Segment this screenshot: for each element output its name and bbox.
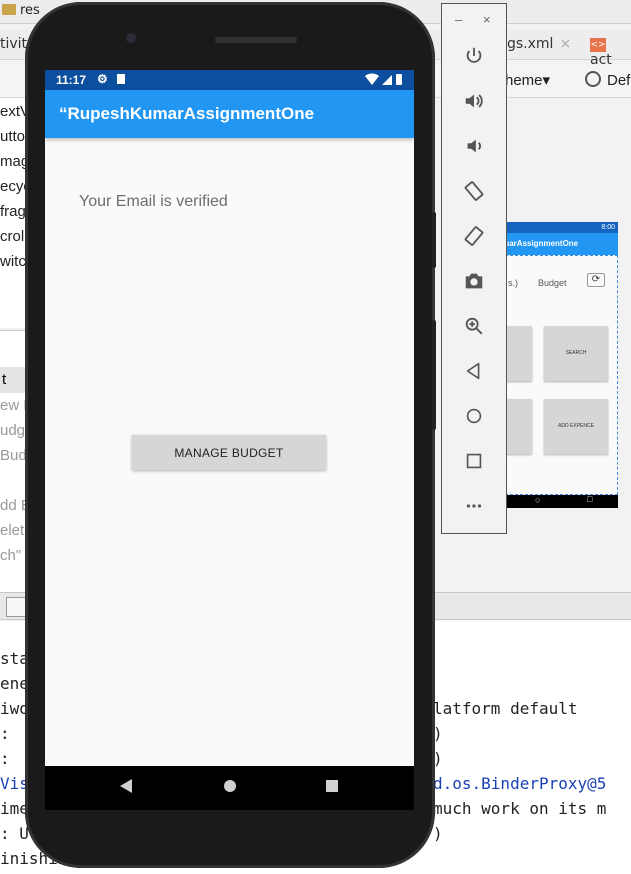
preview-add-expence-tile: ADD EXPENCE (544, 399, 608, 454)
console-line: much work on its m (433, 799, 607, 818)
console-line: ) (433, 824, 443, 843)
power-icon (466, 47, 482, 63)
email-verified-text: Your Email is verified (79, 193, 228, 210)
screenshot-button[interactable] (442, 259, 506, 303)
more-options-button[interactable] (442, 484, 506, 528)
rotate-right-icon (464, 226, 484, 246)
preview-app-bar: ıarAssignmentOne (505, 233, 618, 255)
tree-header: t (0, 367, 28, 393)
preview-search-tile: SEARCH (544, 326, 608, 381)
power-key[interactable] (432, 212, 436, 268)
palette-item[interactable]: witc (0, 253, 26, 270)
volume-key[interactable] (432, 320, 436, 430)
design-preview[interactable]: 8:00 ıarAssignmentOne s.) Budget ⟳ NCES … (468, 222, 618, 508)
zoom-button[interactable] (442, 304, 506, 348)
power-button[interactable] (442, 34, 506, 78)
volume-down-button[interactable] (442, 124, 506, 168)
rotate-right-button[interactable] (442, 214, 506, 258)
console-line: : U (0, 824, 29, 843)
tree-item[interactable]: Bud (0, 447, 27, 464)
res-folder-tab[interactable]: res (2, 3, 40, 18)
component-tree: t ew B udg Bud dd Ex elete ch" (0, 330, 38, 595)
file-tab-strings[interactable]: gs.xml × (507, 36, 571, 52)
back-button[interactable] (442, 349, 506, 393)
home-circle-icon (224, 780, 236, 792)
palette-item[interactable]: crol (0, 228, 24, 245)
volume-down-icon (467, 139, 481, 153)
console-line: : (0, 724, 10, 743)
dropdown-arrow-icon: ▾ (542, 72, 551, 89)
app-title: “RupeshKumarAssignmentOne (59, 104, 315, 123)
system-nav-bar (45, 766, 414, 810)
folder-icon (2, 4, 16, 15)
camera-icon (465, 273, 483, 289)
close-button[interactable]: × (483, 12, 491, 27)
palette-item[interactable]: utto (0, 128, 25, 145)
nav-recents-button[interactable] (325, 778, 339, 799)
console-tab-button[interactable] (6, 597, 26, 617)
app-bar: “RupeshKumarAssignmentOne (45, 90, 414, 138)
front-camera (126, 33, 136, 43)
status-notification-icons: ⚙ (97, 72, 126, 86)
earpiece-speaker (215, 37, 297, 43)
status-bar: 11:17 ⚙ (45, 70, 414, 90)
preview-label: s.) (508, 278, 518, 288)
preview-status-bar: 8:00 (505, 222, 618, 233)
rotate-left-icon (464, 181, 484, 201)
console-line: d.os.BinderProxy@5 (433, 774, 607, 793)
component-palette: extV utto mag ecyc frag crol witc (0, 98, 31, 328)
minimize-button[interactable]: – (455, 12, 462, 27)
back-triangle-icon (120, 779, 132, 793)
overview-icon: □ (587, 494, 593, 504)
status-time: 11:17 (56, 73, 87, 87)
recents-square-icon (326, 780, 338, 792)
more-horizontal-icon (466, 504, 482, 508)
volume-up-icon (465, 94, 483, 108)
overview-button[interactable] (442, 439, 506, 483)
emulator-toolbar: – × (441, 3, 507, 534)
back-icon (466, 362, 480, 380)
palette-item[interactable]: frag (0, 203, 26, 220)
home-button[interactable] (442, 394, 506, 438)
xml-file-icon: <> (590, 38, 606, 52)
console-line: : (0, 749, 10, 768)
preview-budget-label: Budget (538, 278, 567, 288)
status-system-icons (364, 73, 404, 89)
zoom-in-icon (465, 317, 483, 335)
signal-battery-icon (365, 73, 402, 85)
rotate-left-button[interactable] (442, 169, 506, 213)
refresh-icon: ⟳ (587, 273, 605, 287)
nav-back-button[interactable] (119, 778, 133, 799)
console-line: latform default (433, 699, 578, 718)
settings-gear-icon: ⚙ (97, 72, 108, 86)
phone-screen: 11:17 ⚙ “RupeshKumarAssignmentOne Your E… (45, 70, 414, 806)
preview-nav-bar: ○ □ (505, 494, 618, 508)
home-icon: ○ (535, 495, 541, 505)
locale-dropdown[interactable]: Def (585, 71, 630, 89)
home-icon (466, 408, 482, 424)
close-icon[interactable]: × (559, 36, 571, 52)
tree-item[interactable]: ch" (0, 547, 21, 564)
globe-icon (585, 71, 601, 87)
overview-icon (466, 453, 482, 469)
nav-home-button[interactable] (223, 778, 237, 799)
volume-up-button[interactable] (442, 79, 506, 123)
sd-card-icon (117, 74, 126, 84)
theme-dropdown[interactable]: heme▾ (505, 71, 550, 89)
preview-body: s.) Budget ⟳ NCES SEARCH NCES ADD EXPENC… (468, 255, 618, 495)
manage-budget-button[interactable]: MANAGE BUDGET (132, 435, 326, 470)
tree-item[interactable]: udg (0, 422, 25, 439)
